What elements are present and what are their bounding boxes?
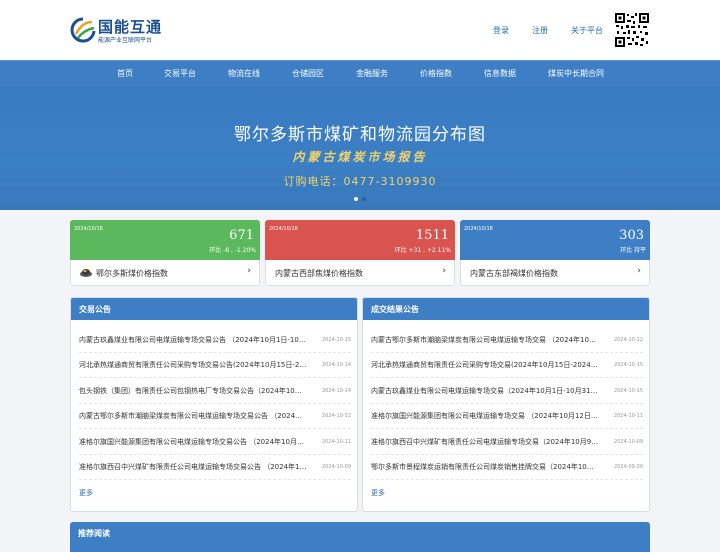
nav-item-warehouse[interactable]: 仓储园区: [292, 68, 324, 79]
trade-announcements-panel: 交易公告 内蒙古玖鑫煤业有限公司电煤运输专场交易公告 （2024年10月1日-1…: [70, 297, 358, 512]
announcement-date: 2024-10-09: [321, 464, 351, 470]
price-change: 环比 +31 , +2.11%: [394, 247, 451, 254]
announcement-date: 2024-10-14: [321, 362, 351, 368]
nav-item-trading[interactable]: 交易平台: [164, 68, 196, 79]
announcement-title[interactable]: 准格尔旗西召中兴煤矿有限责任公司电煤运输专场交易公告 （2024年10月）: [79, 462, 307, 472]
nav-item-home[interactable]: 首页: [117, 68, 133, 79]
banner-title: 鄂尔多斯市煤矿和物流园分布图: [234, 125, 486, 145]
price-value: 1511: [415, 228, 449, 243]
list-item[interactable]: 准格尔旗国兴能源集团有限公司电煤运输专场交易 （2024年10月12日-11月）…: [371, 404, 643, 429]
announcement-date: 2024-10-14: [321, 388, 351, 394]
panel-header: 成交结果公告: [363, 298, 649, 320]
price-date: 2024/10/18: [74, 226, 103, 232]
price-card-header: 2024/10/18 303 环比 持平: [460, 220, 650, 260]
nav-item-long-term-contract[interactable]: 煤炭中长期合同: [548, 68, 604, 79]
site-header: 国能互通 能源产业互联网平台 登录 注册 关于平台: [0, 0, 720, 60]
carousel-dot-active[interactable]: [354, 197, 358, 201]
nav-item-finance[interactable]: 金融服务: [356, 68, 388, 79]
price-change: 环比 持平: [620, 247, 646, 254]
recommended-reading-panel: 推荐阅读: [70, 522, 650, 552]
price-index-label: 内蒙古西部焦煤价格指数: [275, 269, 363, 278]
coal-pile-icon: [80, 269, 92, 277]
main-nav: 首页 交易平台 物流在线 仓储园区 金融服务 价格指数 信息数据 煤炭中长期合同: [0, 60, 720, 86]
register-link[interactable]: 注册: [532, 25, 548, 36]
price-card-east-lignite[interactable]: 2024/10/18 303 环比 持平 内蒙古东部褐煤价格指数 ›: [460, 220, 650, 286]
announcement-title[interactable]: 内蒙古玖鑫煤业有限公司电煤运输专场交易公告 （2024年10月1日-10月31日…: [79, 335, 307, 345]
announcement-date: 2024-10-12: [321, 413, 351, 419]
price-card-footer[interactable]: 内蒙古东部褐煤价格指数 ›: [460, 260, 650, 286]
result-date: 2024-10-15: [613, 362, 643, 368]
list-item[interactable]: 准格尔旗西召中兴煤矿有限责任公司电煤运输专场交易公告 （2024年10月） 20…: [79, 455, 351, 480]
qr-code-icon: [614, 12, 650, 48]
banner-subtitle: 内蒙古煤炭市场报告: [292, 150, 428, 164]
announcement-date: 2024-10-11: [321, 439, 351, 445]
nav-item-price-index[interactable]: 价格指数: [420, 68, 452, 79]
price-value: 303: [619, 228, 644, 243]
result-date: 2024-10-12: [613, 337, 643, 343]
price-index-label: 鄂尔多斯煤价格指数: [96, 269, 168, 278]
more-link[interactable]: 更多: [371, 488, 385, 498]
carousel-dot[interactable]: [362, 197, 366, 201]
result-date: 2024-09-30: [613, 464, 643, 470]
nav-item-logistics[interactable]: 物流在线: [228, 68, 260, 79]
list-item[interactable]: 内蒙古玖鑫煤业有限公司电煤运输专场交易公告 （2024年10月1日-10月31日…: [79, 328, 351, 353]
price-value: 671: [229, 228, 254, 243]
announcement-date: 2024-10-15: [321, 337, 351, 343]
list-item[interactable]: 内蒙古鄂尔多斯市潮脑梁煤炭有限公司电煤运输专场交易公告 （2024年10月） 2…: [79, 404, 351, 429]
more-link[interactable]: 更多: [79, 488, 93, 498]
price-card-footer[interactable]: 鄂尔多斯煤价格指数 ›: [70, 260, 260, 286]
chevron-right-icon: ›: [247, 266, 251, 276]
panel-title: 推荐阅读: [78, 529, 110, 538]
price-card-header: 2024/10/18 671 环比 -8 , -1.20%: [70, 220, 260, 260]
list-item[interactable]: 河北承热煤通商贸有限责任公司采购专场交易公告(2024年10月15日-2024年…: [79, 353, 351, 378]
result-title[interactable]: 准格尔旗西召中兴煤矿有限责任公司电煤运输专场交易（2024年10月9日）: [371, 437, 599, 447]
list-item[interactable]: 河北承热煤通商贸有限责任公司采购专场交易(2024年10月15日-2024年10…: [371, 353, 643, 378]
result-date: 2024-10-09: [613, 439, 643, 445]
result-title[interactable]: 内蒙古玖鑫煤业有限公司电煤运输专场交易（2024年10月1日-10月31日）: [371, 386, 599, 396]
chevron-right-icon: ›: [637, 266, 641, 276]
hero-banner[interactable]: 鄂尔多斯市煤矿和物流园分布图 内蒙古煤炭市场报告 订购电话：0477-31099…: [0, 86, 720, 210]
nav-item-info-data[interactable]: 信息数据: [484, 68, 516, 79]
logo-mark-icon: [70, 17, 96, 43]
price-card-header: 2024/10/18 1511 环比 +31 , +2.11%: [265, 220, 455, 260]
result-title[interactable]: 内蒙古鄂尔多斯市潮脑梁煤炭有限公司电煤运输专场交易 （2024年10月）: [371, 335, 599, 345]
brand-tagline: 能源产业互联网平台: [98, 37, 153, 44]
price-card-ordos[interactable]: 2024/10/18 671 环比 -8 , -1.20% 鄂尔多斯煤价格指数 …: [70, 220, 260, 286]
brand-name: 国能互通: [98, 18, 163, 36]
about-link[interactable]: 关于平台: [571, 25, 603, 36]
result-date: 2024-10-11: [613, 413, 643, 419]
panel-title: 成交结果公告: [371, 305, 419, 314]
price-card-footer[interactable]: 内蒙古西部焦煤价格指数 ›: [265, 260, 455, 286]
list-item[interactable]: 内蒙古鄂尔多斯市潮脑梁煤炭有限公司电煤运输专场交易 （2024年10月） 202…: [371, 328, 643, 353]
announcement-title[interactable]: 河北承热煤通商贸有限责任公司采购专场交易公告(2024年10月15日-2024年…: [79, 360, 307, 370]
list-item[interactable]: 包头钢铁（集团）有限责任公司包钢热电厂专场交易公告（2024年10月） 2024…: [79, 379, 351, 404]
result-date: 2024-10-15: [613, 388, 643, 394]
deal-results-panel: 成交结果公告 内蒙古鄂尔多斯市潮脑梁煤炭有限公司电煤运输专场交易 （2024年1…: [362, 297, 650, 512]
banner-phone: 订购电话：0477-3109930: [283, 175, 437, 188]
announcement-title[interactable]: 准格尔旗国兴能源集团有限公司电煤运输专场交易公告 （2024年10月11日）: [79, 437, 307, 447]
result-title[interactable]: 准格尔旗国兴能源集团有限公司电煤运输专场交易 （2024年10月12日-11月）: [371, 411, 599, 421]
price-index-label: 内蒙古东部褐煤价格指数: [470, 269, 558, 278]
price-date: 2024/10/18: [464, 226, 493, 232]
price-change: 环比 -8 , -1.20%: [209, 247, 256, 254]
panel-title: 交易公告: [79, 305, 111, 314]
panel-header: 交易公告: [71, 298, 357, 320]
login-link[interactable]: 登录: [493, 25, 509, 36]
list-item[interactable]: 准格尔旗国兴能源集团有限公司电煤运输专场交易公告 （2024年10月11日） 2…: [79, 430, 351, 455]
list-item[interactable]: 鄂尔多斯市景程煤炭运销有限责任公司煤炭销售挂牌交易（2024年10月） 2024…: [371, 455, 643, 480]
chevron-right-icon: ›: [442, 266, 446, 276]
price-date: 2024/10/18: [269, 226, 298, 232]
announcement-title[interactable]: 包头钢铁（集团）有限责任公司包钢热电厂专场交易公告（2024年10月）: [79, 386, 307, 396]
result-title[interactable]: 鄂尔多斯市景程煤炭运销有限责任公司煤炭销售挂牌交易（2024年10月）: [371, 462, 599, 472]
site-logo[interactable]: 国能互通 能源产业互联网平台: [70, 14, 163, 46]
list-item[interactable]: 内蒙古玖鑫煤业有限公司电煤运输专场交易（2024年10月1日-10月31日） 2…: [371, 379, 643, 404]
announcement-title[interactable]: 内蒙古鄂尔多斯市潮脑梁煤炭有限公司电煤运输专场交易公告 （2024年10月）: [79, 411, 307, 421]
price-card-west-coking[interactable]: 2024/10/18 1511 环比 +31 , +2.11% 内蒙古西部焦煤价…: [265, 220, 455, 286]
list-item[interactable]: 准格尔旗西召中兴煤矿有限责任公司电煤运输专场交易（2024年10月9日） 202…: [371, 430, 643, 455]
result-title[interactable]: 河北承热煤通商贸有限责任公司采购专场交易(2024年10月15日-2024年10…: [371, 360, 599, 370]
